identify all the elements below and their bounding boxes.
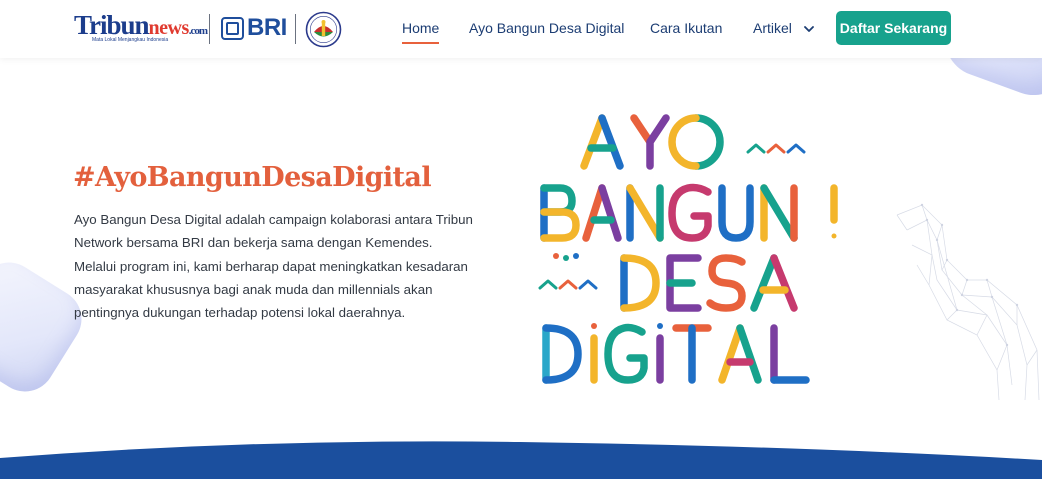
footer-wave — [0, 441, 1042, 479]
bri-mark-icon — [221, 16, 244, 40]
bri-logo: BRI — [221, 12, 287, 44]
nav-artikel[interactable]: Artikel — [753, 19, 814, 37]
ayo-bangun-desa-digital-artwork — [538, 114, 838, 384]
nav-ayo-bangun-desa-digital[interactable]: Ayo Bangun Desa Digital — [469, 19, 624, 37]
nav-home[interactable]: Home — [402, 19, 440, 44]
logo-divider — [209, 14, 210, 44]
hero-title: #AyoBangunDesaDigital — [73, 162, 432, 193]
nav-cara-ikutan[interactable]: Cara Ikutan — [650, 19, 722, 37]
chevron-down-icon — [803, 25, 814, 32]
page: Tribunnews.com Mata Lokal Menjangkau Ind… — [0, 0, 1042, 479]
tribun-dotcom-text: .com — [188, 25, 208, 37]
tribunnews-logo[interactable]: Tribunnews.com Mata Lokal Menjangkau Ind… — [74, 10, 208, 47]
tribun-news-text: news — [148, 17, 190, 39]
kemendes-emblem-icon — [305, 11, 342, 48]
hero-description: Ayo Bangun Desa Digital adalah campaign … — [74, 212, 473, 321]
tribun-brand-text: Tribun — [74, 10, 150, 40]
logo-divider — [295, 14, 296, 44]
daftar-sekarang-button[interactable]: Daftar Sekarang — [836, 11, 951, 45]
tribun-tagline: Mata Lokal Menjangkau Indonesia — [92, 37, 169, 43]
bri-wordmark: BRI — [247, 14, 287, 41]
decorative-wireframe-hand — [896, 203, 1040, 400]
site-header: Tribunnews.com Mata Lokal Menjangkau Ind… — [0, 0, 1042, 58]
nav-artikel-label: Artikel — [753, 20, 792, 36]
